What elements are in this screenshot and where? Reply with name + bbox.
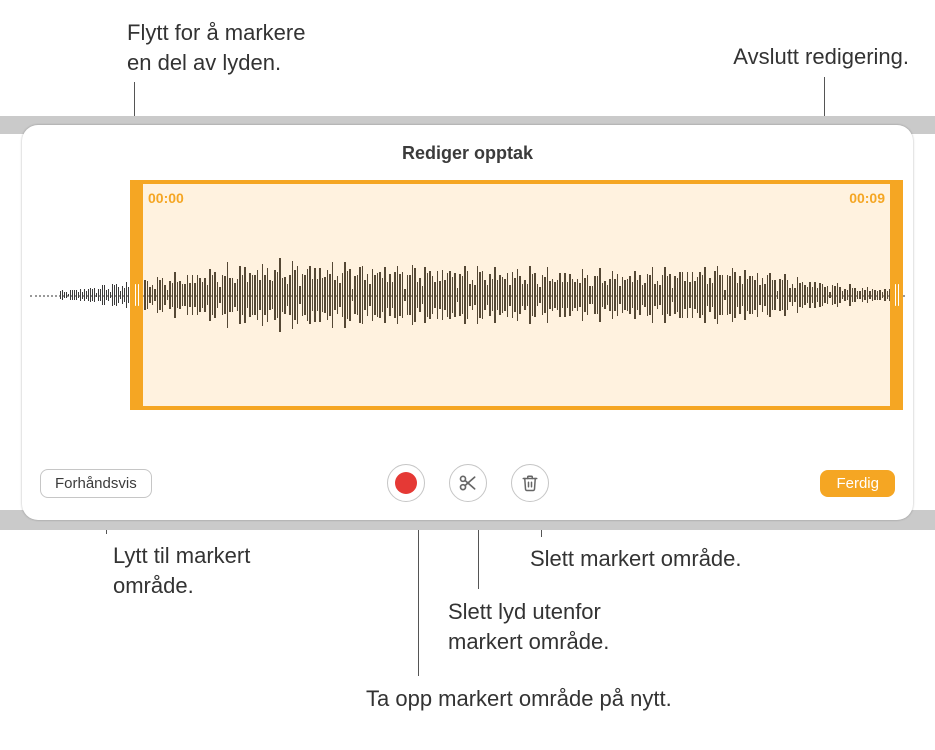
selection-region[interactable]: 00:00 00:09 (130, 180, 903, 410)
waveform-area: 00:00 00:09 (30, 180, 905, 410)
selection-end-time: 00:09 (849, 190, 885, 206)
panel-title: Rediger opptak (22, 125, 913, 164)
callout-text: Slett markert område. (530, 546, 742, 571)
callout-delete: Slett markert område. (530, 544, 742, 574)
toolbar-icon-group (387, 464, 549, 502)
callout-text: Avslutt redigering. (733, 44, 909, 69)
selection-handle-left[interactable] (130, 180, 143, 410)
delete-button[interactable] (511, 464, 549, 502)
callout-record: Ta opp markert område på nytt. (366, 684, 672, 714)
callout-text: Lytt til markert område. (113, 543, 250, 598)
trim-button[interactable] (449, 464, 487, 502)
callout-drag-handle: Flytt for å markere en del av lyden. (127, 18, 305, 77)
callout-text: Slett lyd utenfor markert område. (448, 599, 609, 654)
selection-handle-right[interactable] (890, 180, 903, 410)
callout-finish-editing: Avslutt redigering. (733, 42, 909, 72)
selection-start-time: 00:00 (148, 190, 184, 206)
trash-icon (521, 473, 539, 493)
preview-button[interactable]: Forhåndsvis (40, 469, 152, 498)
scissors-icon (458, 473, 478, 493)
record-icon (395, 472, 417, 494)
callout-trim: Slett lyd utenfor markert område. (448, 597, 609, 656)
record-button[interactable] (387, 464, 425, 502)
callout-text: Flytt for å markere en del av lyden. (127, 20, 305, 75)
edit-recording-panel: Rediger opptak 00:00 00:09 Forhåndsvis (22, 125, 913, 520)
callout-preview: Lytt til markert område. (113, 541, 250, 600)
editor-toolbar: Forhåndsvis (22, 462, 913, 504)
done-button[interactable]: Ferdig (820, 470, 895, 497)
callout-text: Ta opp markert område på nytt. (366, 686, 672, 711)
